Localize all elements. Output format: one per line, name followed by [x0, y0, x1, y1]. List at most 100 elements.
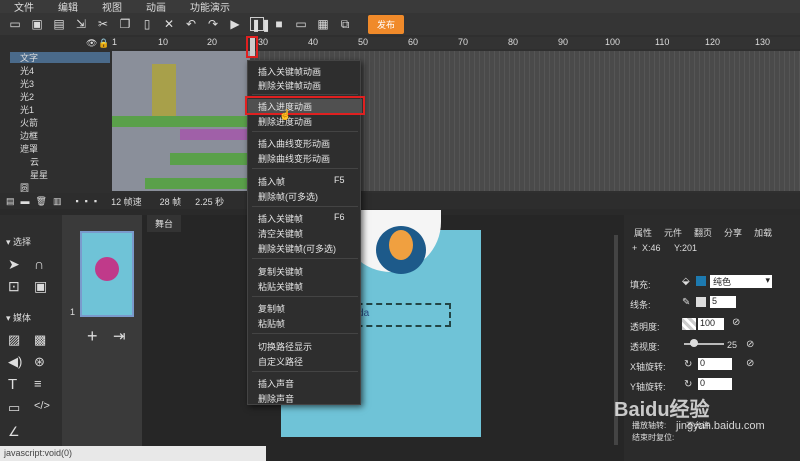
tween-span[interactable] [112, 116, 250, 127]
delete-icon[interactable]: ✕ [162, 17, 176, 31]
audio-icon[interactable]: ◀) [8, 354, 22, 370]
layer-item[interactable]: 光2 [10, 91, 110, 102]
code-icon[interactable]: </> [34, 400, 50, 412]
menu-view[interactable]: 视图 [102, 0, 122, 14]
tween-span[interactable] [180, 129, 250, 140]
lasso-icon[interactable]: ∩ [34, 256, 44, 272]
import-icon[interactable]: ⇲ [74, 17, 88, 31]
delete-layer-icon[interactable]: 🗑 [36, 196, 47, 207]
menu-insert-frame[interactable]: 插入帧 [258, 175, 285, 188]
transparency-input[interactable]: 100 [698, 318, 724, 330]
frame-icon[interactable]: ▪ [94, 196, 97, 206]
stroke-color-swatch[interactable] [696, 297, 706, 307]
menu-insert-keyframe[interactable]: 插入关键帧 [258, 212, 303, 225]
menu-file[interactable]: 文件 [14, 0, 34, 14]
tween-span[interactable] [152, 64, 176, 116]
pause-icon[interactable]: ❚❚ [250, 17, 271, 32]
slider-thumb[interactable] [690, 339, 698, 347]
menu-demo[interactable]: 功能演示 [190, 0, 230, 14]
menu-delete-frames[interactable]: 删除帧(可多选) [258, 190, 318, 203]
preview-icon[interactable]: ▭ [294, 17, 308, 31]
tab-properties[interactable]: 属性 [628, 226, 658, 239]
new-file-icon[interactable]: ▭ [8, 17, 22, 31]
layer-item[interactable]: 光4 [10, 65, 110, 76]
menu-copy-frame[interactable]: 复制帧 [258, 302, 285, 315]
menu-delete-keyframe-anim[interactable]: 删除关键帧动画 [258, 79, 321, 92]
picture-icon[interactable]: ▩ [34, 332, 46, 348]
layer-item[interactable]: 云 [10, 156, 110, 167]
layer-item[interactable]: 火箭 [10, 117, 110, 128]
paragraph-icon[interactable]: ≡ [34, 376, 42, 391]
collapse-icon[interactable]: ▾ [6, 313, 11, 323]
crop-icon[interactable]: ▣ [34, 278, 47, 295]
menu-clear-keyframe[interactable]: 清空关键帧 [258, 227, 303, 240]
menu-animation[interactable]: 动画 [146, 0, 166, 14]
fill-color-swatch[interactable] [696, 276, 706, 286]
layer-item[interactable]: 星星 [10, 169, 110, 180]
new-folder-icon[interactable]: ▬ [21, 196, 30, 206]
eye-icon[interactable]: 👁 [86, 38, 97, 49]
new-layer-icon[interactable]: ▤ [6, 196, 15, 207]
menu-delete-curve-anim[interactable]: 删除曲线变形动画 [258, 152, 330, 165]
menu-insert-sound[interactable]: 插入声音 [258, 377, 294, 390]
comment-icon[interactable]: ▭ [8, 400, 20, 416]
collapse-icon[interactable]: ▾ [6, 237, 11, 247]
layer-options-icon[interactable]: ▥ [53, 196, 62, 207]
layer-item[interactable]: 文字 [10, 52, 110, 63]
link-icon[interactable]: ⊘ [732, 317, 740, 328]
menu-delete-sound[interactable]: 删除声音 [258, 392, 294, 405]
stop-icon[interactable]: ■ [272, 17, 286, 31]
frame-icon[interactable]: ▪ [75, 196, 78, 206]
menu-edit[interactable]: 编辑 [58, 0, 78, 14]
layer-item[interactable]: 边框 [10, 130, 110, 141]
y-rotation-input[interactable]: 0 [698, 378, 732, 390]
video-icon[interactable]: ⊛ [34, 354, 45, 370]
menu-toggle-path[interactable]: 切换路径显示 [258, 340, 312, 353]
menu-copy-keyframe[interactable]: 复制关键帧 [258, 265, 303, 278]
page-thumbnail[interactable] [80, 231, 134, 317]
x-rotation-input[interactable]: 0 [698, 358, 732, 370]
play-icon[interactable]: ▶ [228, 17, 242, 31]
x-value[interactable]: X:46 [642, 243, 661, 253]
publish-button[interactable]: 发布 [368, 14, 405, 34]
save-as-icon[interactable]: ▤ [52, 17, 66, 31]
menu-paste-frame[interactable]: 粘贴帧 [258, 317, 285, 330]
link-icon[interactable]: ⊘ [746, 339, 754, 350]
menu-custom-path[interactable]: 自定义路径 [258, 355, 303, 368]
y-value[interactable]: Y:201 [674, 243, 697, 253]
copy-icon[interactable]: ❐ [118, 17, 132, 31]
lock-icon[interactable]: 🔒 [98, 38, 109, 49]
menu-delete-keyframes[interactable]: 删除关键帧(可多选) [258, 242, 336, 255]
import-page-icon[interactable]: ⇥ [113, 327, 126, 345]
tab-stage[interactable]: 舞台 [147, 215, 182, 232]
cut-icon[interactable]: ✂ [96, 17, 110, 31]
frame-icon[interactable]: ▪ [85, 196, 88, 206]
layer-item[interactable]: 遮罩 [10, 143, 110, 154]
redo-icon[interactable]: ↷ [206, 17, 220, 31]
link-icon[interactable]: ⊘ [746, 358, 754, 369]
timeline-ruler[interactable]: 1 10 20 30 40 50 60 70 80 90 100 110 120… [110, 37, 800, 49]
tab-share[interactable]: 分享 [718, 226, 748, 239]
tab-symbols[interactable]: 元件 [658, 226, 688, 239]
stroke-width-select[interactable]: 5 [710, 296, 736, 308]
chart-icon[interactable]: ∠ [8, 424, 20, 440]
layer-item[interactable]: 光1 [10, 104, 110, 115]
menu-paste-keyframe[interactable]: 粘贴关键帧 [258, 280, 303, 293]
tab-loading[interactable]: 加载 [748, 226, 778, 239]
fill-type-select[interactable]: 纯色 ▾ [710, 275, 772, 288]
layer-item[interactable]: 圆 [10, 182, 110, 193]
undo-icon[interactable]: ↶ [184, 17, 198, 31]
tween-span[interactable] [145, 178, 250, 189]
menu-insert-keyframe-anim[interactable]: 插入关键帧动画 [258, 65, 321, 78]
pointer-icon[interactable]: ➤ [8, 256, 20, 273]
paste-icon[interactable]: ▯ [140, 17, 154, 31]
text-icon[interactable]: T [8, 376, 17, 393]
save-icon[interactable]: ▣ [30, 17, 44, 31]
tween-span[interactable] [170, 153, 250, 165]
paint-bucket-icon[interactable]: ⬙ [682, 276, 690, 287]
image-icon[interactable]: ▨ [8, 332, 20, 348]
menu-insert-curve-anim[interactable]: 插入曲线变形动画 [258, 137, 330, 150]
transform-icon[interactable]: ⊡ [8, 278, 20, 295]
tab-page-turn[interactable]: 翻页 [688, 226, 718, 239]
pen-icon[interactable]: ✎ [682, 297, 690, 308]
